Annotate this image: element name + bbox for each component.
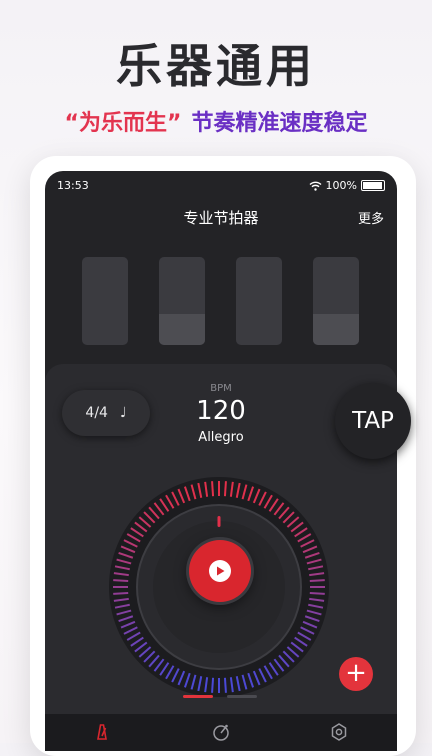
beat-indicator[interactable] bbox=[159, 257, 205, 345]
tagline-quote: “为乐而生” bbox=[64, 111, 182, 136]
dial-position-marker bbox=[217, 516, 221, 527]
phone-screen: 13:53 100% 专业节拍器 更多 4/4 ♩ BPM 120 Allegr… bbox=[45, 171, 411, 751]
play-icon bbox=[209, 560, 231, 582]
status-bar: 13:53 100% bbox=[57, 179, 385, 195]
dial-tick bbox=[211, 481, 215, 497]
beat-indicator[interactable] bbox=[313, 257, 359, 345]
tagline-rest: 节奏精准速度稳定 bbox=[191, 111, 368, 136]
tuner-icon[interactable] bbox=[211, 722, 231, 742]
wifi-icon bbox=[309, 181, 322, 191]
beat-level-fill bbox=[159, 314, 205, 345]
battery-percent: 100% bbox=[325, 179, 357, 192]
status-right: 100% bbox=[309, 179, 385, 192]
more-button[interactable]: 更多 bbox=[358, 208, 384, 227]
play-button[interactable] bbox=[189, 540, 251, 602]
play-triangle bbox=[217, 566, 225, 576]
page-title: 专业节拍器 bbox=[183, 209, 259, 227]
beat-indicator[interactable] bbox=[236, 257, 282, 345]
promo-headline: 乐器通用 bbox=[116, 39, 316, 93]
promo-tagline: “为乐而生” 节奏精准速度稳定 bbox=[0, 105, 432, 137]
dial-tick bbox=[309, 591, 325, 595]
page-indicator bbox=[183, 695, 259, 699]
dial-tick bbox=[223, 677, 227, 693]
status-time: 13:53 bbox=[57, 179, 89, 192]
add-button[interactable]: + bbox=[339, 657, 373, 691]
tap-label: TAP bbox=[352, 408, 394, 434]
dial-tick bbox=[223, 481, 227, 497]
dial-tick bbox=[113, 579, 129, 583]
metronome-icon[interactable] bbox=[92, 722, 112, 742]
battery-icon bbox=[361, 180, 385, 191]
tap-button[interactable]: TAP bbox=[335, 383, 411, 459]
settings-icon[interactable] bbox=[329, 722, 349, 742]
pager-dot bbox=[227, 695, 257, 698]
tab-bar bbox=[45, 714, 397, 751]
beat-level-fill bbox=[313, 314, 359, 345]
pager-dot bbox=[183, 695, 213, 698]
beat-indicators bbox=[82, 257, 360, 347]
beat-indicator[interactable] bbox=[82, 257, 128, 345]
bpm-label: BPM bbox=[210, 383, 232, 394]
dial-tick bbox=[309, 579, 325, 583]
dial-tick bbox=[211, 677, 215, 693]
dial-tick bbox=[113, 591, 129, 595]
